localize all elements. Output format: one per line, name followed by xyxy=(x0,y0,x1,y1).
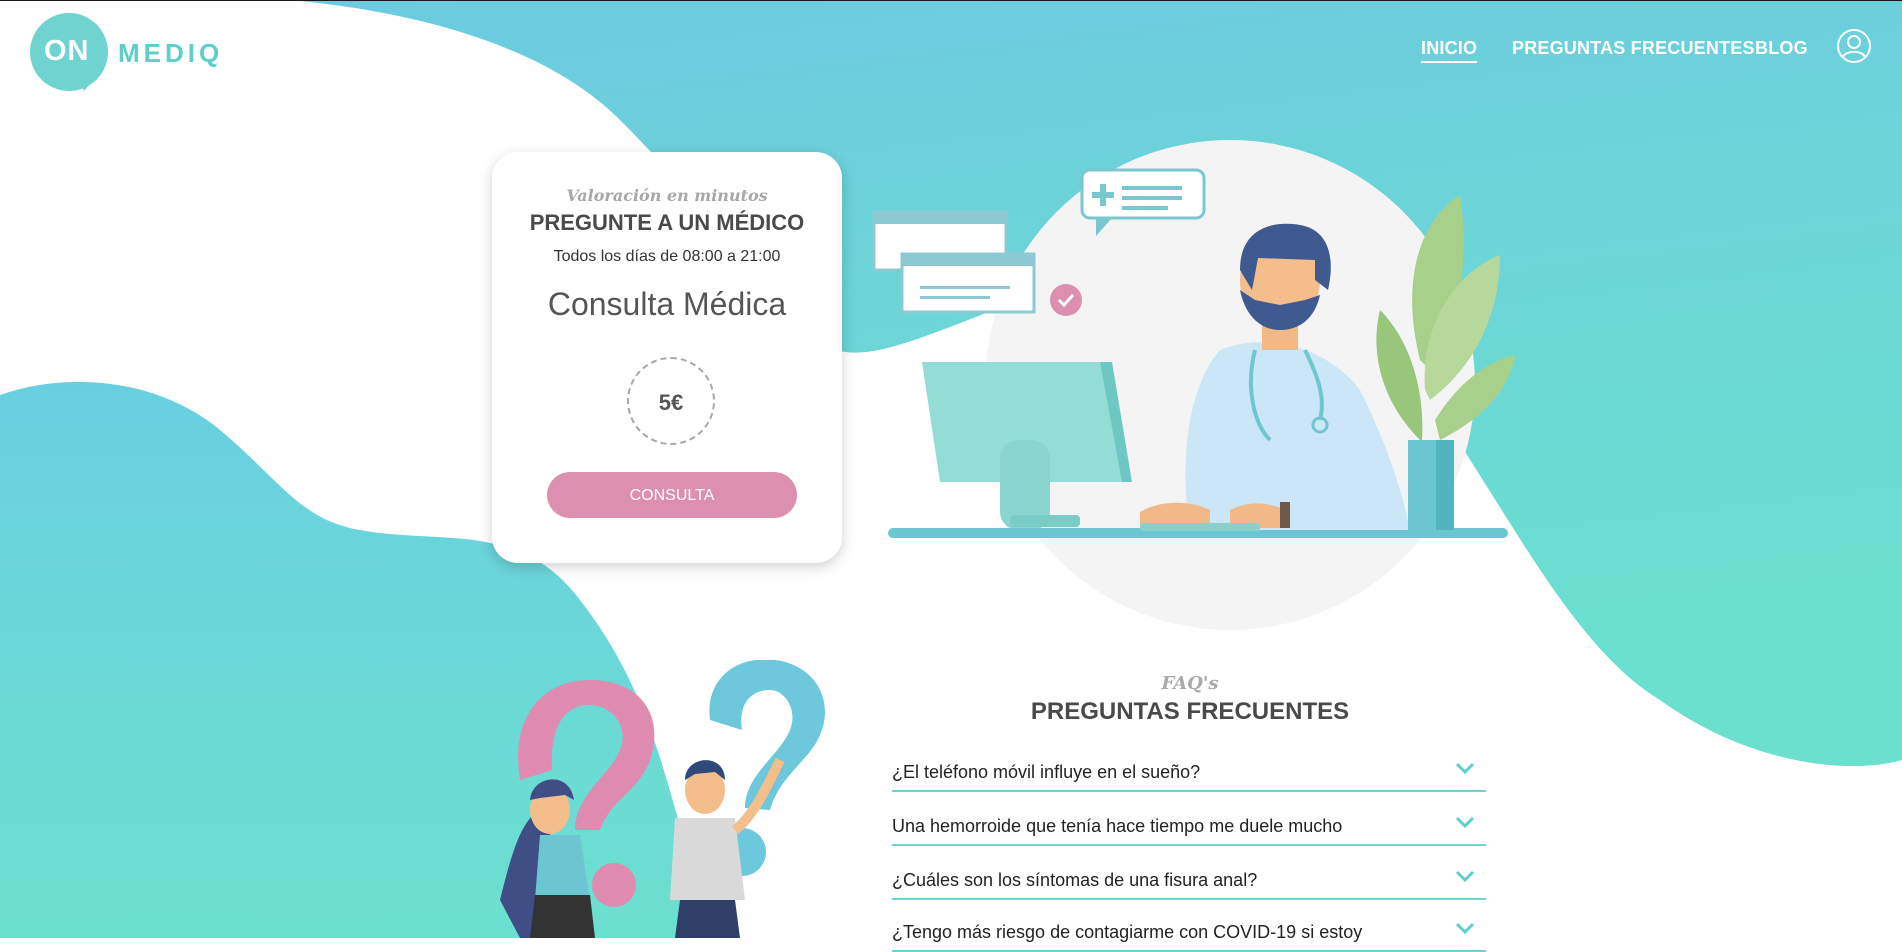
faq-question: Una hemorroide que tenía hace tiempo me … xyxy=(892,816,1343,836)
card-hours: Todos los días de 08:00 a 21:00 xyxy=(553,248,781,265)
faq-item[interactable]: ¿Cuáles son los síntomas de una fisura a… xyxy=(892,870,1486,900)
logo-mediq-text: MEDIQ xyxy=(118,38,224,68)
nav-preguntas-frecuentes[interactable]: PREGUNTAS FRECUENTES xyxy=(1512,38,1755,59)
consulta-button[interactable]: CONSULTA xyxy=(547,472,797,518)
chevron-down-icon xyxy=(1455,870,1475,883)
faq-item[interactable]: ¿Tengo más riesgo de contagiarme con COV… xyxy=(892,922,1486,952)
faq-item[interactable]: Una hemorroide que tenía hace tiempo me … xyxy=(892,816,1486,846)
faq-title: PREGUNTAS FRECUENTES xyxy=(1030,698,1350,725)
faq-item[interactable]: ¿El teléfono móvil influye en el sueño? xyxy=(892,762,1486,792)
card-tagline: Valoración en minutos xyxy=(566,186,768,205)
logo[interactable]: ON MEDIQ xyxy=(30,13,220,93)
nav-inicio[interactable]: INICIO xyxy=(1421,38,1478,63)
card-service-name: Consulta Médica xyxy=(547,286,787,322)
price-circle: 5€ xyxy=(627,357,715,445)
chevron-down-icon xyxy=(1455,816,1475,829)
faq-question: ¿Cuáles son los síntomas de una fisura a… xyxy=(892,870,1258,890)
logo-on-text: ON xyxy=(44,35,90,67)
logo-bubble-tail xyxy=(74,75,98,91)
consultation-card: Valoración en minutos PREGUNTE A UN MÉDI… xyxy=(492,152,842,563)
card-title: PREGUNTE A UN MÉDICO xyxy=(529,210,805,235)
user-circle-icon[interactable] xyxy=(1836,28,1872,64)
price: 5€ xyxy=(658,390,684,415)
faq-question: ¿Tengo más riesgo de contagiarme con COV… xyxy=(892,922,1363,942)
faq-question: ¿El teléfono móvil influye en el sueño? xyxy=(892,762,1201,782)
doctor-illustration xyxy=(872,140,1515,630)
top-border xyxy=(0,0,1902,1)
chevron-down-icon xyxy=(1455,762,1475,775)
nav-blog[interactable]: BLOG xyxy=(1755,38,1808,59)
faq-illustration xyxy=(500,660,825,938)
faq-tagline: FAQ's xyxy=(1161,673,1219,694)
chevron-down-icon xyxy=(1455,922,1475,935)
